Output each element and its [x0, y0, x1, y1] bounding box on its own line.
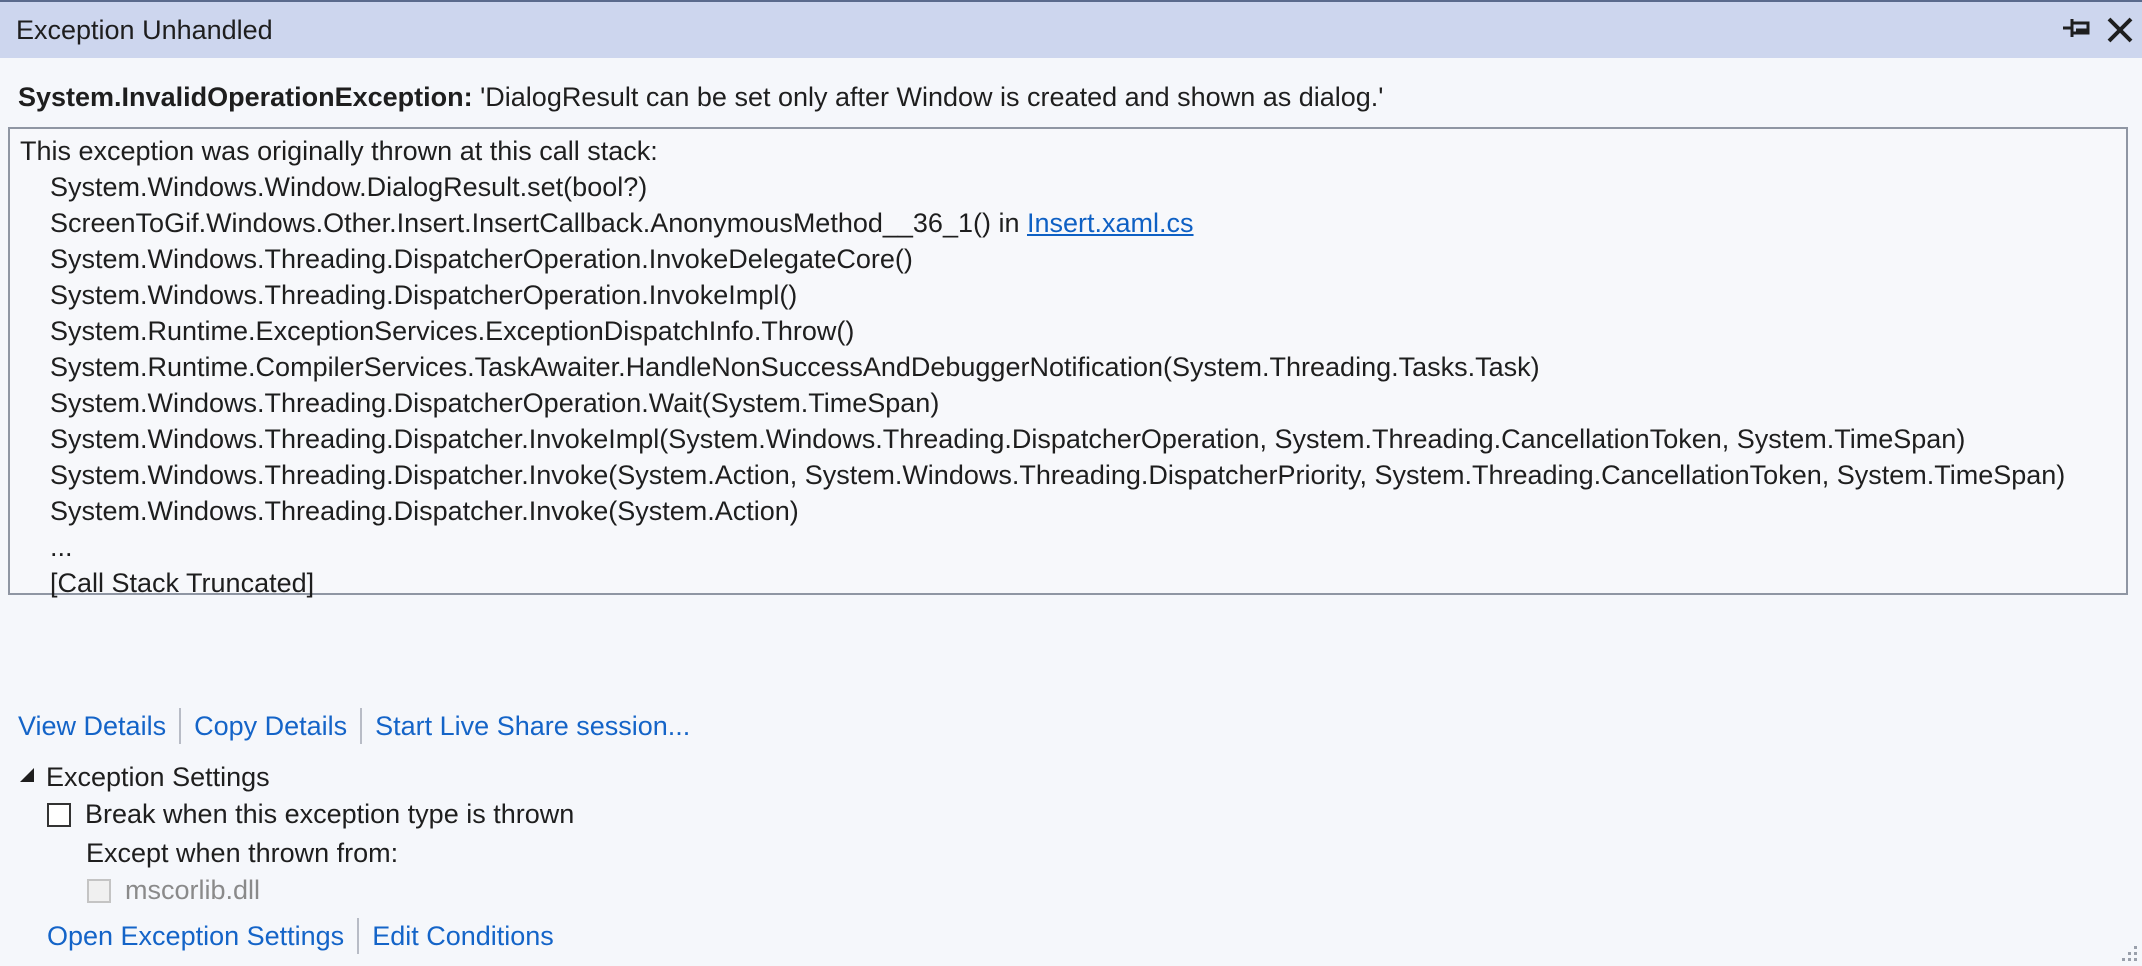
- stack-frame: System.Windows.Threading.DispatcherOpera…: [50, 388, 940, 418]
- break-when-thrown-row[interactable]: Break when this exception type is thrown: [47, 799, 574, 830]
- window-title: Exception Unhandled: [16, 15, 273, 45]
- stack-frame: System.Windows.Threading.Dispatcher.Invo…: [50, 424, 1966, 454]
- stack-frame-text: ScreenToGif.Windows.Other.Insert.InsertC…: [50, 208, 1027, 238]
- exception-message: 'DialogResult can be set only after Wind…: [480, 82, 1384, 112]
- open-exception-settings-link[interactable]: Open Exception Settings: [47, 921, 344, 952]
- resize-grip-icon[interactable]: [2116, 940, 2140, 964]
- divider: [360, 708, 363, 744]
- stack-frame: System.Runtime.CompilerServices.TaskAwai…: [50, 352, 1540, 382]
- stack-frame: System.Windows.Threading.DispatcherOpera…: [50, 280, 798, 310]
- stack-frame: System.Windows.Threading.DispatcherOpera…: [50, 244, 913, 274]
- copy-details-link[interactable]: Copy Details: [194, 711, 347, 742]
- pin-icon[interactable]: [2062, 16, 2092, 44]
- stack-frame: System.Windows.Window.DialogResult.set(b…: [50, 172, 648, 202]
- settings-links: Open Exception Settings Edit Conditions: [47, 918, 554, 954]
- exception-headline: System.InvalidOperationException: 'Dialo…: [18, 82, 1383, 113]
- module-label: mscorlib.dll: [125, 875, 261, 905]
- exception-helper-window: Exception Unhandled System.InvalidOperat…: [0, 0, 2142, 966]
- exception-settings-header: Exception Settings: [46, 762, 270, 792]
- exception-type: System.InvalidOperationException:: [18, 82, 473, 112]
- stack-frame: System.Runtime.ExceptionServices.Excepti…: [50, 316, 855, 346]
- title-bar: Exception Unhandled: [0, 0, 2142, 58]
- source-file-link[interactable]: Insert.xaml.cs: [1027, 208, 1194, 238]
- call-stack-box[interactable]: This exception was originally thrown at …: [8, 127, 2128, 598]
- stack-frame-ellipsis: ...: [50, 532, 73, 562]
- live-share-link[interactable]: Start Live Share session...: [375, 711, 690, 742]
- edit-conditions-link[interactable]: Edit Conditions: [372, 921, 554, 952]
- exception-settings-expander[interactable]: Exception Settings: [20, 762, 270, 793]
- module-checkbox: [87, 878, 111, 903]
- expander-triangle-icon: [20, 767, 34, 782]
- break-when-thrown-checkbox[interactable]: [47, 802, 71, 827]
- stack-frame: System.Windows.Threading.Dispatcher.Invo…: [50, 496, 799, 526]
- stack-frame: System.Windows.Threading.Dispatcher.Invo…: [50, 460, 2066, 490]
- action-links: View Details Copy Details Start Live Sha…: [18, 708, 690, 744]
- module-row: mscorlib.dll: [87, 875, 260, 906]
- divider: [179, 708, 182, 744]
- close-icon[interactable]: [2104, 14, 2136, 46]
- except-when-label: Except when thrown from:: [86, 838, 399, 868]
- stack-frame-with-source: ScreenToGif.Windows.Other.Insert.InsertC…: [20, 205, 2126, 241]
- break-when-thrown-label[interactable]: Break when this exception type is thrown: [85, 799, 574, 830]
- call-stack-intro: This exception was originally thrown at …: [20, 136, 658, 166]
- stack-truncated-note: [Call Stack Truncated]: [50, 568, 315, 598]
- divider: [357, 918, 360, 954]
- view-details-link[interactable]: View Details: [18, 711, 166, 742]
